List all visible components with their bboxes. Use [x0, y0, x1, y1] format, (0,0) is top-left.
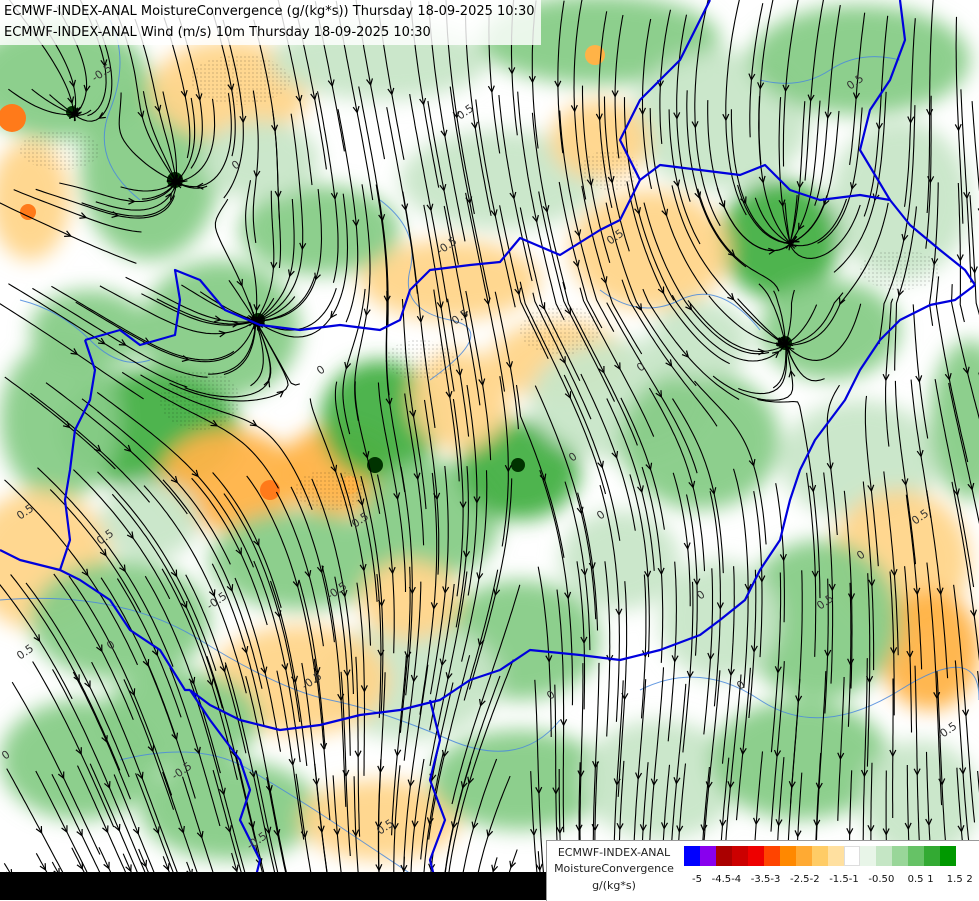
legend-tick-label: 0.5	[908, 874, 924, 885]
legend-tick-label: -3	[770, 874, 780, 885]
legend-tick-label: -3.5	[751, 874, 771, 885]
legend-color-bar	[684, 846, 956, 866]
field-patch	[650, 300, 750, 380]
map-title-box: ECMWF-INDEX-ANAL MoistureConvergence (g/…	[0, 0, 541, 45]
map-title-moisture-convergence: ECMWF-INDEX-ANAL MoistureConvergence (g/…	[4, 1, 535, 22]
legend-tick-label: -1.5	[829, 874, 849, 885]
legend-swatch	[876, 846, 892, 866]
legend-tick-label: -2.5	[790, 874, 810, 885]
field-patch	[0, 700, 160, 820]
legend-swatch	[764, 846, 780, 866]
legend-units-label: g/(kg*s)	[549, 879, 679, 892]
legend-model-label: ECMWF-INDEX-ANAL	[549, 846, 679, 859]
legend-tick-label: -1	[849, 874, 859, 885]
legend-tick-label: -4	[731, 874, 741, 885]
legend-swatch	[684, 846, 700, 866]
legend-swatch	[908, 846, 924, 866]
map-title-wind: ECMWF-INDEX-ANAL Wind (m/s) 10m Thursday…	[4, 22, 535, 43]
legend-swatch	[940, 846, 956, 866]
legend-swatch	[844, 846, 860, 866]
stipple-patch	[20, 130, 100, 170]
streamline	[893, 679, 894, 819]
moisture-convergence-map[interactable]: -0.50-0.50.50.50000.50.5-0.50.5-0.5-0.50…	[0, 0, 979, 900]
legend-tick-label: -2	[810, 874, 820, 885]
field-patch	[200, 120, 320, 200]
legend-tick-label: 2	[966, 874, 972, 885]
intense-spot	[20, 204, 36, 220]
field-patch	[750, 5, 970, 115]
field-patch	[620, 370, 780, 510]
color-legend: ECMWF-INDEX-ANAL MoistureConvergence g/(…	[546, 840, 979, 901]
legend-tick-labels: -5 -4.5-4 -3.5-3 -2.5-2 -1.5-1 -0.50 0.51 1.52	[684, 874, 976, 888]
legend-swatch	[860, 846, 876, 866]
stipple-patch	[190, 55, 290, 105]
bottom-black-band	[0, 872, 546, 900]
intense-spot	[511, 458, 525, 472]
legend-swatch	[892, 846, 908, 866]
legend-tick-label: -0.5	[868, 874, 888, 885]
legend-tick-label: 0	[888, 874, 894, 885]
legend-swatch	[748, 846, 764, 866]
legend-tick-label: -4.5	[712, 874, 732, 885]
legend-variable-label: MoistureConvergence	[549, 862, 679, 875]
legend-tick-label: 1	[927, 874, 933, 885]
legend-swatch	[732, 846, 748, 866]
legend-tick-label: -5	[692, 874, 702, 885]
legend-swatch	[828, 846, 844, 866]
legend-swatch	[700, 846, 716, 866]
intense-spot	[585, 45, 605, 65]
legend-tick-label: 1.5	[947, 874, 963, 885]
legend-swatch	[924, 846, 940, 866]
legend-swatch	[780, 846, 796, 866]
legend-swatch	[796, 846, 812, 866]
intense-spot	[260, 480, 280, 500]
field-patch	[760, 280, 900, 380]
legend-swatch	[716, 846, 732, 866]
legend-swatch	[812, 846, 828, 866]
